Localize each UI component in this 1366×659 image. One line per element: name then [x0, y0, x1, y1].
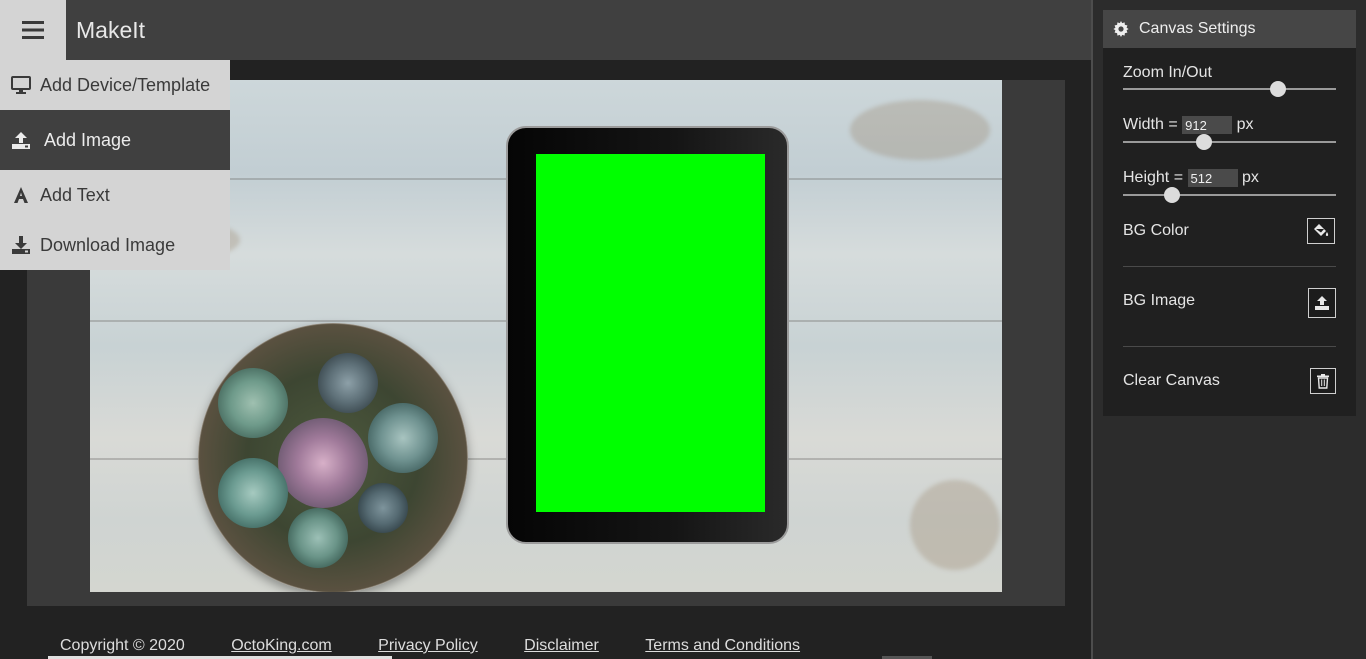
menu-item-label: Add Device/Template — [40, 74, 211, 95]
panel-divider — [1091, 0, 1093, 659]
height-row: Height = px — [1123, 169, 1336, 187]
succulent-pot-image[interactable] — [198, 323, 468, 592]
clear-canvas-button[interactable] — [1310, 368, 1336, 394]
canvas-settings-panel: Canvas Settings Zoom In/Out Width = px H… — [1103, 10, 1356, 416]
height-slider[interactable] — [1123, 187, 1336, 203]
width-slider-thumb[interactable] — [1195, 134, 1212, 150]
wood-stain — [910, 480, 1000, 570]
menu-item-label: Download Image — [40, 234, 176, 255]
copyright-text: Copyright © 2020 — [60, 637, 185, 654]
app-title: MakeIt — [76, 17, 146, 43]
tablet-device-template[interactable] — [506, 126, 789, 544]
download-icon — [10, 234, 32, 256]
width-input[interactable] — [1182, 116, 1233, 134]
menu-item-add-device[interactable]: Add Device/Template — [0, 60, 230, 110]
font-icon — [10, 184, 32, 206]
monitor-icon — [10, 74, 32, 96]
footer-link-disclaimer[interactable]: Disclaimer — [524, 637, 599, 655]
main-menu-dropdown: Add Device/Template Add Image Add Text D… — [0, 60, 230, 270]
panel-separator — [1123, 266, 1336, 267]
zoom-slider[interactable] — [1123, 81, 1336, 97]
height-label: Height = — [1123, 169, 1184, 187]
height-unit: px — [1241, 169, 1259, 187]
upload-icon — [1315, 296, 1329, 310]
footer: Copyright © 2020 OctoKing.com Privacy Po… — [60, 637, 842, 655]
width-slider[interactable] — [1123, 134, 1336, 150]
width-label: Width = — [1123, 116, 1178, 134]
footer-link-octoking[interactable]: OctoKing.com — [231, 637, 331, 655]
width-unit: px — [1236, 116, 1254, 134]
gear-icon — [1113, 21, 1129, 37]
hamburger-icon — [22, 21, 44, 39]
footer-link-terms[interactable]: Terms and Conditions — [645, 637, 800, 655]
bg-color-button[interactable] — [1307, 218, 1335, 244]
zoom-slider-thumb[interactable] — [1270, 81, 1287, 97]
height-slider-thumb[interactable] — [1163, 187, 1180, 203]
canvas-settings-header[interactable]: Canvas Settings — [1103, 10, 1356, 48]
zoom-label: Zoom In/Out — [1123, 64, 1212, 81]
bg-image-upload-button[interactable] — [1308, 288, 1336, 318]
paint-bucket-icon — [1314, 224, 1329, 236]
panel-title: Canvas Settings — [1139, 20, 1256, 37]
trash-icon — [1317, 374, 1329, 389]
device-screen-placeholder[interactable] — [536, 154, 765, 512]
menu-item-add-image[interactable]: Add Image — [0, 110, 230, 170]
upload-icon — [10, 129, 32, 151]
height-input[interactable] — [1187, 169, 1238, 187]
bg-image-label: BG Image — [1123, 292, 1196, 309]
bg-color-label: BG Color — [1123, 222, 1189, 239]
wood-stain — [850, 100, 990, 160]
footer-link-privacy[interactable]: Privacy Policy — [378, 637, 478, 655]
menu-item-label: Add Image — [44, 129, 132, 150]
menu-toggle-button[interactable] — [0, 0, 66, 60]
clear-canvas-label: Clear Canvas — [1123, 372, 1220, 389]
top-bar: MakeIt — [0, 0, 1091, 60]
menu-item-add-text[interactable]: Add Text — [0, 170, 230, 220]
panel-separator — [1123, 346, 1336, 347]
width-row: Width = px — [1123, 116, 1336, 134]
menu-item-download-image[interactable]: Download Image — [0, 220, 230, 270]
menu-item-label: Add Text — [40, 184, 110, 205]
